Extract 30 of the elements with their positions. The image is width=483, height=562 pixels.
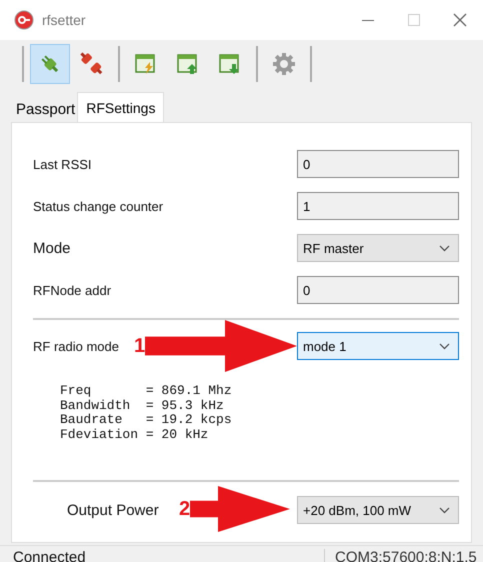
status-text: Connected <box>12 548 87 562</box>
close-icon <box>453 13 467 27</box>
dropdown[interactable]: RF master <box>297 234 459 262</box>
toolbar-button[interactable] <box>30 44 70 84</box>
app-icon <box>14 10 34 30</box>
window-lightning-icon <box>135 53 157 75</box>
field-label: Status change counter <box>33 198 164 214</box>
field-label: RFNode addr <box>33 282 112 298</box>
input-field[interactable]: 0 <box>297 150 459 178</box>
field-label: Mode <box>33 240 72 256</box>
annotation-number: 1 <box>134 334 146 358</box>
radio-parameters: Freq = 869.1 Mhz Bandwidth = 95.3 kHz Baudrate = 19.2 kcps Fdeviation = 20 kHz <box>60 384 233 442</box>
port-settings: COM3:57600:8:N:1.5 <box>324 548 483 562</box>
chevron-icon <box>439 342 450 350</box>
field-label: Output Power <box>67 502 159 518</box>
field-label: RF radio mode <box>33 338 119 354</box>
input-field[interactable]: 0 <box>297 276 459 304</box>
chevron-icon <box>439 506 450 514</box>
unplugged-icon <box>80 52 104 76</box>
maximize-icon <box>408 14 420 26</box>
field-label: Last RSSI <box>33 156 93 172</box>
annotation-number: 2 <box>179 498 190 520</box>
tab[interactable]: RFSettings <box>77 92 164 122</box>
settings-icon <box>272 52 296 76</box>
dropdown[interactable]: mode 1 <box>297 332 459 360</box>
window-title: rfsetter <box>42 12 86 28</box>
input-field[interactable]: 1 <box>297 192 459 220</box>
chevron-icon <box>439 244 450 252</box>
tab[interactable]: Passport <box>14 96 78 122</box>
dropdown[interactable]: +20 dBm, 100 mW <box>297 496 459 524</box>
